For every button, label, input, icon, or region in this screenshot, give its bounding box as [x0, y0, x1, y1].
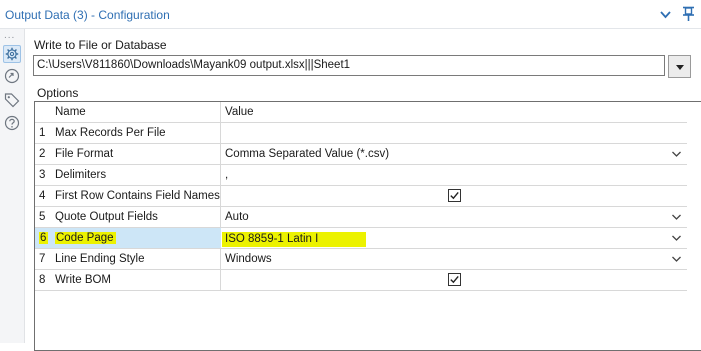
first-row-field-names-checkbox[interactable]	[448, 189, 461, 202]
file-path-value: C:\Users\V811860\Downloads\Mayank09 outp…	[37, 59, 351, 71]
chevron-down-icon[interactable]	[671, 212, 682, 222]
option-name: First Row Contains Field Names	[52, 186, 221, 206]
row-number: 5	[39, 211, 46, 223]
file-path-dropdown-button[interactable]	[668, 55, 691, 78]
option-name: Delimiters	[52, 165, 221, 185]
option-name: File Format	[52, 144, 221, 164]
table-row[interactable]: 7 Line Ending Style Windows	[35, 249, 687, 270]
row-number-header	[35, 102, 52, 122]
option-name: Max Records Per File	[52, 123, 221, 143]
option-name: Write BOM	[52, 270, 221, 290]
table-row[interactable]: 5 Quote Output Fields Auto	[35, 207, 687, 228]
delimiters-input[interactable]: ,	[221, 165, 687, 185]
chevron-down-icon[interactable]	[671, 254, 682, 264]
more-dots[interactable]: ...	[4, 31, 15, 41]
help-icon[interactable]	[3, 114, 21, 132]
max-records-input[interactable]	[221, 123, 687, 143]
write-bom-cell	[221, 270, 687, 290]
window-title: Output Data (3) - Configuration	[5, 8, 170, 22]
option-name: Code Page	[52, 228, 221, 248]
table-row[interactable]: 3 Delimiters ,	[35, 165, 687, 186]
name-column-header: Name	[52, 102, 221, 122]
table-row[interactable]: 4 First Row Contains Field Names	[35, 186, 687, 207]
row-number: 2	[39, 148, 46, 160]
row-number: 1	[39, 127, 46, 139]
code-page-select[interactable]: ISO 8859-1 Latin I	[221, 228, 687, 248]
file-format-select[interactable]: Comma Separated Value (*.csv)	[221, 144, 687, 164]
chevron-down-icon[interactable]	[671, 233, 682, 243]
line-ending-style-value: Windows	[225, 253, 272, 265]
title-bar: Output Data (3) - Configuration	[0, 0, 701, 29]
grid-header-row: Name Value	[35, 102, 687, 123]
checkmark-icon	[450, 275, 459, 284]
gear-icon[interactable]	[3, 45, 21, 63]
table-row[interactable]: 2 File Format Comma Separated Value (*.c…	[35, 144, 687, 165]
chevron-down-icon[interactable]	[659, 8, 672, 21]
tag-icon[interactable]	[3, 91, 21, 109]
checkmark-icon	[450, 191, 459, 200]
options-label: Options	[37, 86, 79, 100]
first-row-field-names-cell	[221, 186, 687, 206]
write-bom-checkbox[interactable]	[448, 273, 461, 286]
write-to-label: Write to File or Database	[34, 38, 167, 52]
value-column-header: Value	[225, 106, 254, 118]
option-name: Line Ending Style	[52, 249, 221, 269]
code-page-value: ISO 8859-1 Latin I	[222, 232, 366, 247]
left-rail: ...	[0, 29, 25, 343]
chevron-down-icon[interactable]	[671, 149, 682, 159]
row-number: 4	[39, 190, 46, 202]
table-row[interactable]: 1 Max Records Per File	[35, 123, 687, 144]
option-name: Quote Output Fields	[52, 207, 221, 227]
row-number: 7	[39, 253, 46, 265]
file-format-value: Comma Separated Value (*.csv)	[225, 148, 390, 160]
table-row-selected[interactable]: 6 Code Page ISO 8859-1 Latin I	[35, 228, 687, 249]
row-number: 8	[39, 274, 46, 286]
rotate-arrow-icon[interactable]	[3, 67, 21, 85]
line-ending-style-select[interactable]: Windows	[221, 249, 687, 269]
table-row[interactable]: 8 Write BOM	[35, 270, 687, 291]
quote-output-fields-select[interactable]: Auto	[221, 207, 687, 227]
pin-icon[interactable]	[682, 6, 695, 22]
row-number: 6	[35, 228, 52, 248]
quote-output-fields-value: Auto	[225, 211, 249, 223]
dropdown-arrow-icon	[676, 65, 684, 70]
code-page-label-highlight: Code Page	[55, 232, 116, 244]
grid-scroll-area	[687, 102, 701, 343]
file-path-input[interactable]: C:\Users\V811860\Downloads\Mayank09 outp…	[33, 55, 665, 76]
row-number-highlight: 6	[39, 232, 49, 244]
row-number: 3	[39, 169, 46, 181]
